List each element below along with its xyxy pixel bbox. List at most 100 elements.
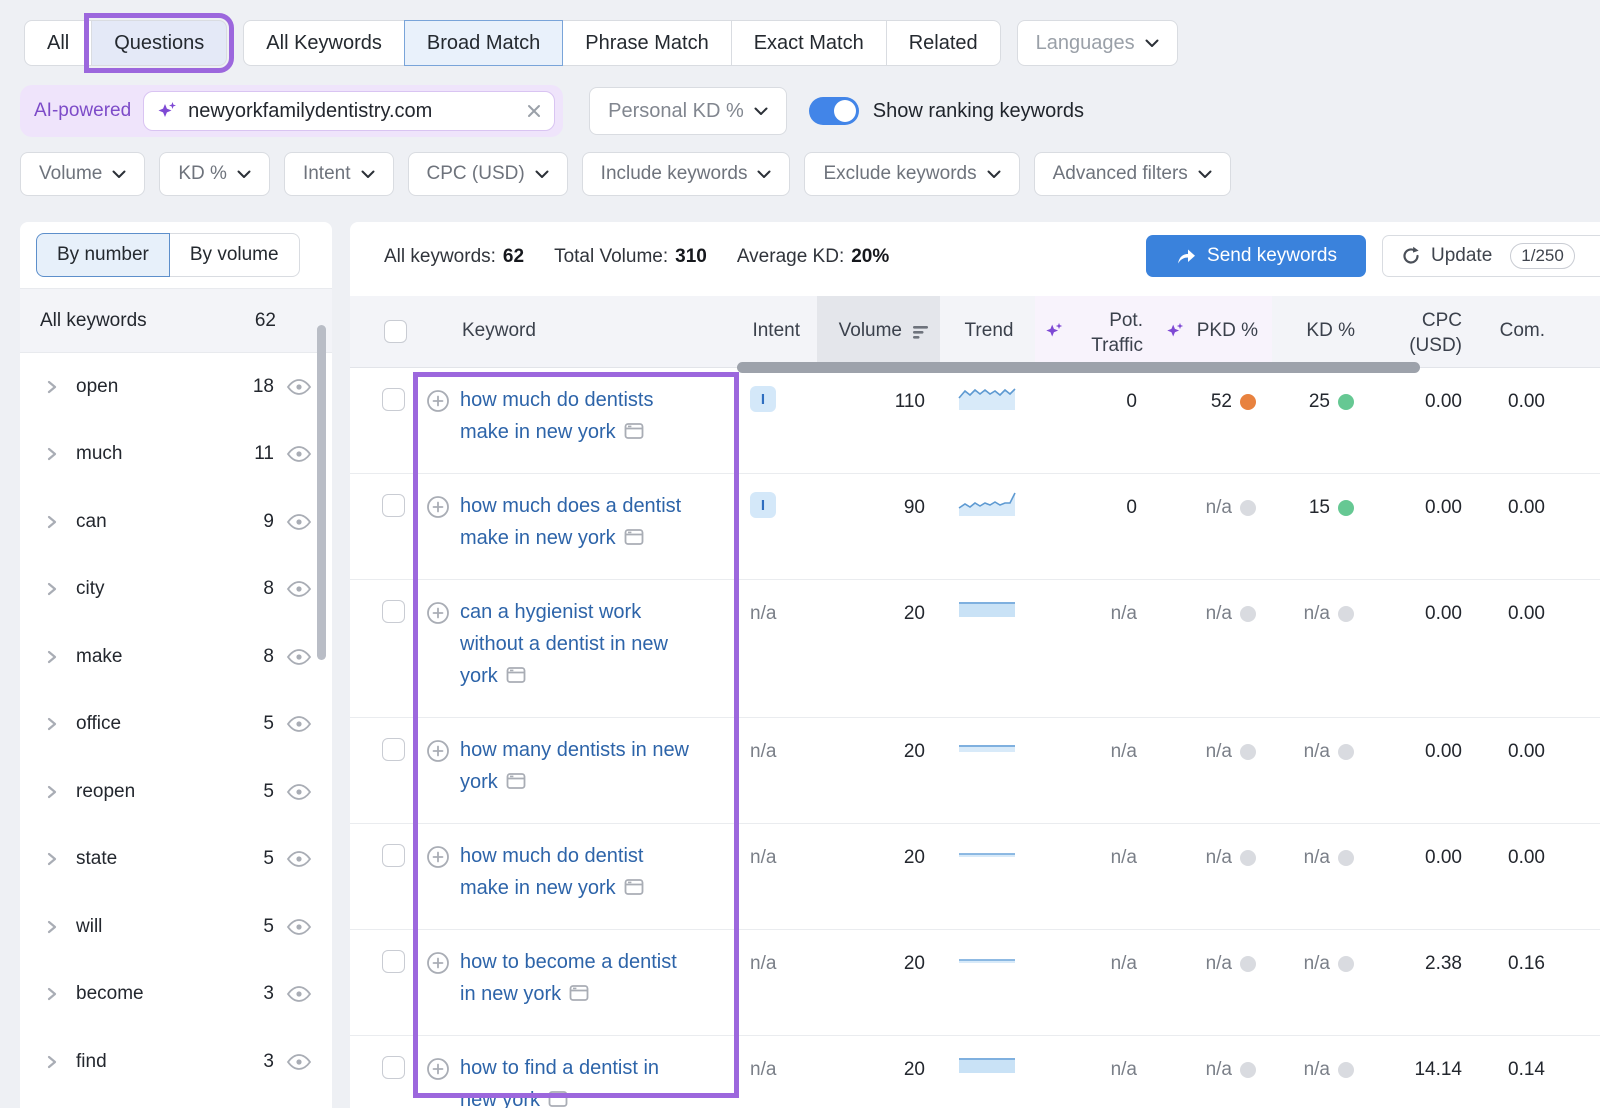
search-input[interactable] [188,100,526,123]
keyword-link[interactable]: how much do dentist make in new york [460,840,692,906]
keyword-link[interactable]: how much do dentists make in new york [460,384,692,450]
add-keyword-icon[interactable] [426,495,450,519]
chevron-right-icon[interactable] [46,580,58,598]
keyword-group-row[interactable]: reopen 5 [20,758,332,826]
tab-phrase-match[interactable]: Phrase Match [562,20,731,66]
add-keyword-icon[interactable] [426,601,450,625]
eye-icon[interactable] [286,378,312,396]
eye-icon[interactable] [286,648,312,666]
add-keyword-icon[interactable] [426,1057,450,1081]
eye-icon[interactable] [286,985,312,1003]
keyword-link[interactable]: how much does a dentist make in new york [460,490,692,556]
clear-search-icon[interactable] [526,103,542,119]
chevron-right-icon[interactable] [46,648,58,666]
chevron-right-icon[interactable] [46,783,58,801]
col-kd[interactable]: KD % [1280,320,1355,342]
keyword-group-row[interactable]: open 18 [20,353,332,421]
chevron-right-icon[interactable] [46,445,58,463]
tab-related[interactable]: Related [886,20,1001,66]
col-keyword[interactable]: Keyword [462,320,536,342]
add-keyword-icon[interactable] [426,389,450,413]
select-all-checkbox[interactable] [384,320,407,343]
tab-by-number[interactable]: By number [36,233,170,277]
keyword-group-row[interactable]: city 8 [20,556,332,624]
update-button[interactable]: Update 1/250 [1382,235,1600,277]
serp-features-icon[interactable] [569,980,589,1012]
tab-all-keywords[interactable]: All Keywords [243,20,405,66]
ranking-keywords-toggle[interactable] [809,97,859,125]
col-pkd[interactable]: PKD % [1188,320,1258,342]
col-trend[interactable]: Trend [950,320,1028,342]
row-checkbox[interactable] [382,388,405,411]
languages-dropdown[interactable]: Languages [1017,20,1178,66]
serp-features-icon[interactable] [506,662,526,694]
filter-intent[interactable]: Intent [284,152,394,196]
eye-icon[interactable] [286,580,312,598]
tab-broad-match[interactable]: Broad Match [404,20,563,66]
table-horizontal-scrollbar[interactable] [737,362,1420,373]
col-volume[interactable]: Volume [805,320,902,342]
serp-features-icon[interactable] [506,768,526,800]
serp-features-icon[interactable] [548,1086,568,1108]
keyword-link[interactable]: can a hygienist work without a dentist i… [460,596,692,694]
keyword-group-row[interactable]: office 5 [20,691,332,759]
all-keywords-row[interactable]: All keywords 62 [20,289,332,353]
keyword-group-row[interactable]: will 5 [20,893,332,961]
send-keywords-button[interactable]: Send keywords [1146,235,1366,277]
filter-include-keywords[interactable]: Include keywords [582,152,791,196]
eye-icon[interactable] [286,918,312,936]
add-keyword-icon[interactable] [426,845,450,869]
row-checkbox[interactable] [382,844,405,867]
chevron-right-icon[interactable] [46,715,58,733]
stat-all-keywords-value: 62 [503,246,524,267]
tab-all[interactable]: All [24,20,92,66]
chevron-right-icon[interactable] [46,850,58,868]
eye-icon[interactable] [286,850,312,868]
keyword-link[interactable]: how to become a dentist in new york [460,946,692,1012]
row-checkbox[interactable] [382,1056,405,1079]
col-intent[interactable]: Intent [745,320,800,342]
filter-exclude-keywords[interactable]: Exclude keywords [804,152,1019,196]
row-checkbox[interactable] [382,494,405,517]
keyword-link[interactable]: how many dentists in new york [460,734,692,800]
filter-kd[interactable]: KD % [159,152,270,196]
personal-kd-dropdown[interactable]: Personal KD % [589,87,787,135]
row-checkbox[interactable] [382,738,405,761]
row-checkbox[interactable] [382,600,405,623]
filter-advanced[interactable]: Advanced filters [1034,152,1231,196]
col-pot-traffic[interactable]: Pot. Traffic [1063,308,1143,358]
serp-features-icon[interactable] [624,874,644,906]
keyword-group-row[interactable]: find 3 [20,1028,332,1096]
col-com[interactable]: Com. [1465,320,1545,342]
add-keyword-icon[interactable] [426,739,450,763]
keyword-group-row[interactable]: can 9 [20,488,332,556]
keyword-group-row[interactable]: become 3 [20,961,332,1029]
eye-icon[interactable] [286,513,312,531]
chevron-right-icon[interactable] [46,378,58,396]
group-name: can [76,511,263,533]
eye-icon[interactable] [286,445,312,463]
sort-desc-icon[interactable] [912,324,930,345]
tab-questions[interactable]: Questions [91,20,227,66]
eye-icon[interactable] [286,783,312,801]
tab-exact-match[interactable]: Exact Match [731,20,887,66]
chevron-right-icon[interactable] [46,1053,58,1071]
tab-by-volume[interactable]: By volume [169,233,300,277]
chevron-right-icon[interactable] [46,985,58,1003]
eye-icon[interactable] [286,715,312,733]
keyword-group-row[interactable]: make 8 [20,623,332,691]
sidebar-scrollbar[interactable] [317,325,326,660]
keyword-link[interactable]: how to find a dentist in new york [460,1052,692,1108]
keyword-group-row[interactable]: state 5 [20,826,332,894]
serp-features-icon[interactable] [624,418,644,450]
chevron-right-icon[interactable] [46,513,58,531]
filter-volume[interactable]: Volume [20,152,145,196]
row-checkbox[interactable] [382,950,405,973]
chevron-right-icon[interactable] [46,918,58,936]
col-cpc[interactable]: CPC (USD) [1380,308,1462,358]
filter-cpc[interactable]: CPC (USD) [408,152,568,196]
keyword-group-row[interactable]: much 11 [20,421,332,489]
eye-icon[interactable] [286,1053,312,1071]
add-keyword-icon[interactable] [426,951,450,975]
serp-features-icon[interactable] [624,524,644,556]
